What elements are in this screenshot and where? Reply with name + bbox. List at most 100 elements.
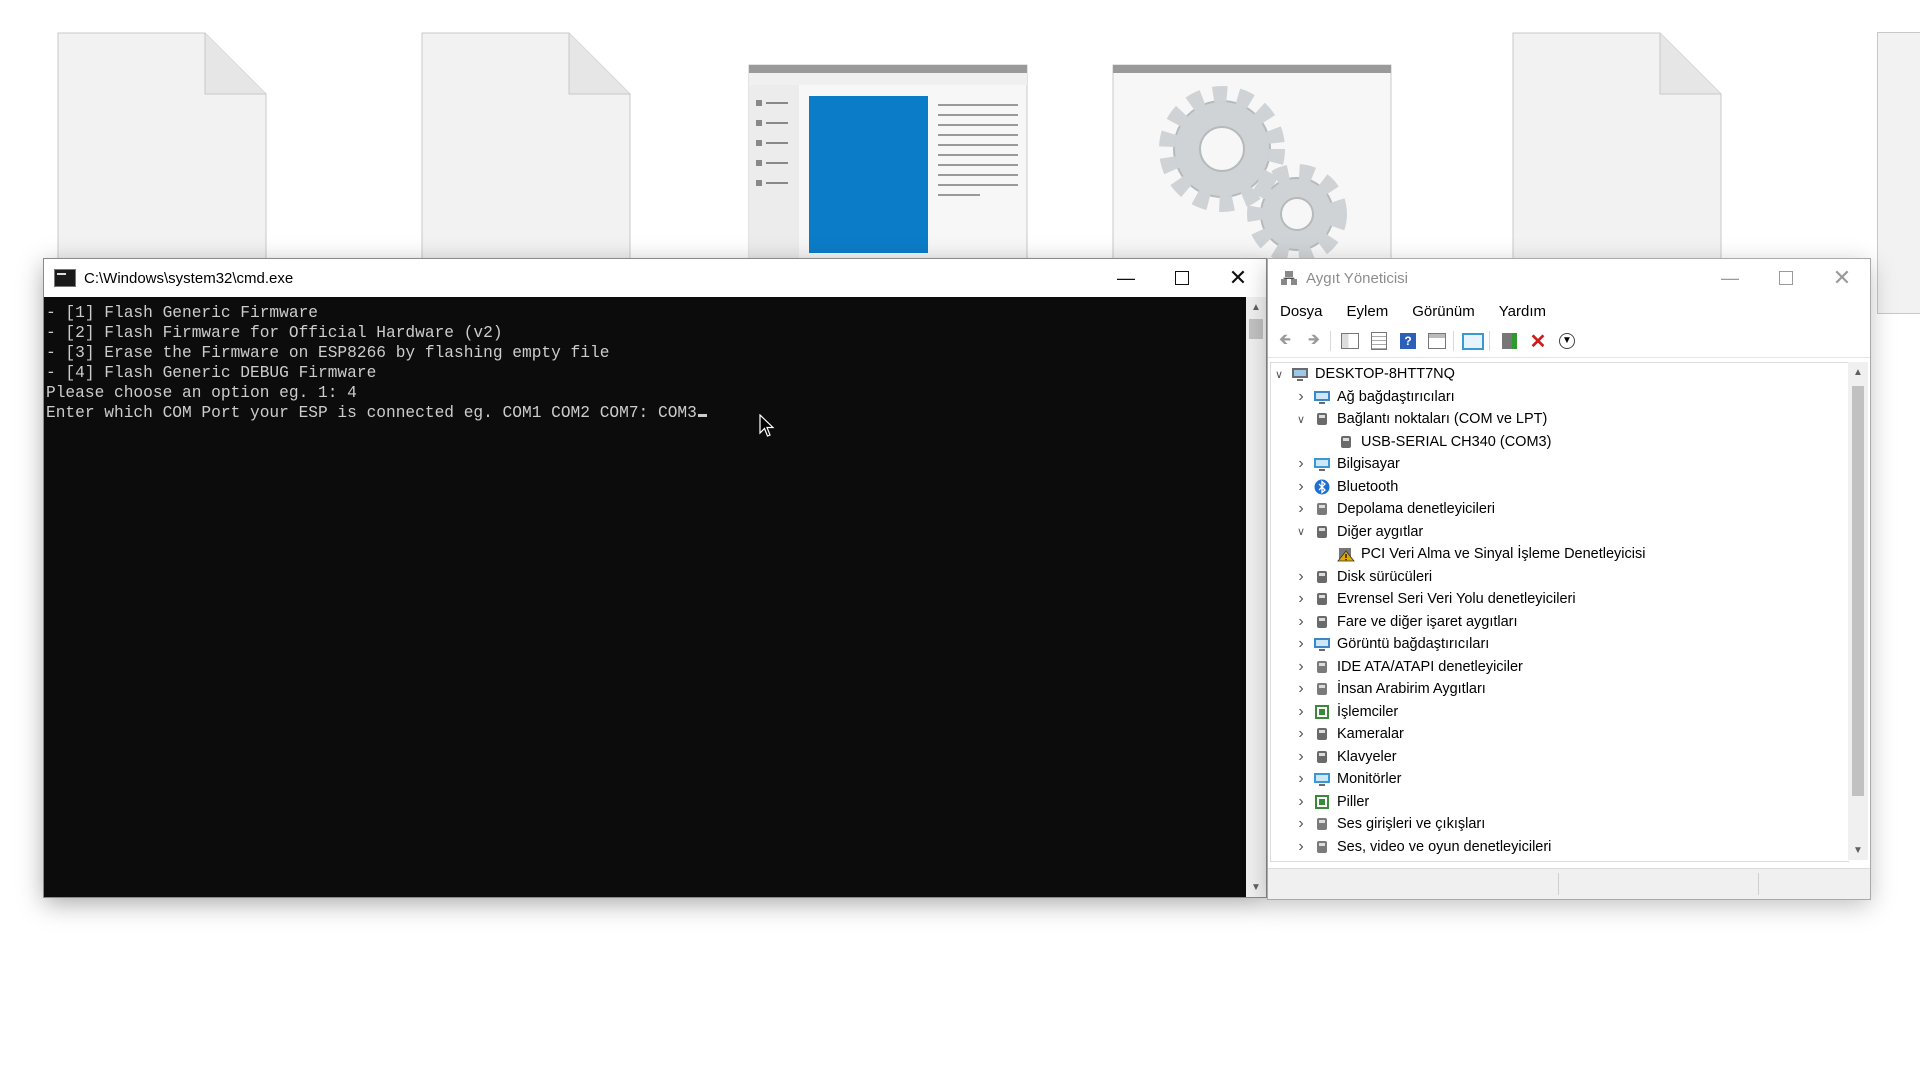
- menu-gorunum[interactable]: Görünüm: [1412, 303, 1475, 320]
- tree-category-item[interactable]: ∨ Bağlantı noktaları (COM ve LPT): [1271, 408, 1849, 431]
- text-cursor: [697, 414, 707, 417]
- maximize-button[interactable]: [1154, 259, 1210, 297]
- scroll-thumb[interactable]: [1249, 319, 1263, 339]
- chevron-right-icon[interactable]: ›: [1293, 478, 1309, 496]
- tree-category-item[interactable]: › Piller: [1271, 791, 1849, 814]
- properties-icon[interactable]: [1367, 329, 1391, 353]
- tree-category-item[interactable]: › Depolama denetleyicileri: [1271, 498, 1849, 521]
- toolbar-separator: [1489, 331, 1490, 351]
- show-hide-tree-icon[interactable]: [1338, 329, 1362, 353]
- chevron-down-icon[interactable]: ∨: [1293, 525, 1309, 538]
- tree-category-item[interactable]: › Ses, video ve oyun denetleyicileri: [1271, 836, 1849, 859]
- desktop-file-icon[interactable]: [1512, 32, 1722, 262]
- cmd-vertical-scrollbar[interactable]: ▲ ▼: [1246, 297, 1266, 897]
- chevron-down-icon[interactable]: ∨: [1293, 413, 1309, 426]
- chevron-right-icon[interactable]: ›: [1293, 770, 1309, 788]
- view-icon[interactable]: [1425, 329, 1449, 353]
- chevron-right-icon[interactable]: ›: [1293, 455, 1309, 473]
- desktop-file-icon[interactable]: [57, 32, 267, 262]
- uninstall-icon[interactable]: ✕: [1526, 329, 1550, 353]
- tree-category-item[interactable]: › İnsan Arabirim Aygıtları: [1271, 678, 1849, 701]
- hid-icon: [1313, 681, 1331, 697]
- tree-item-label: Fare ve diğer işaret aygıtları: [1337, 613, 1518, 630]
- chevron-right-icon[interactable]: ›: [1293, 590, 1309, 608]
- chevron-right-icon[interactable]: ›: [1293, 500, 1309, 518]
- close-button[interactable]: ✕: [1814, 259, 1870, 297]
- forward-icon[interactable]: 🡺: [1302, 329, 1326, 353]
- scroll-down-icon[interactable]: ▼: [1246, 877, 1266, 897]
- back-icon[interactable]: 🡸: [1273, 329, 1297, 353]
- tree-item-label: Monitörler: [1337, 771, 1402, 788]
- tree-device-item[interactable]: USB-SERIAL CH340 (COM3): [1271, 431, 1849, 454]
- cmd-titlebar[interactable]: C:\Windows\system32\cmd.exe — ✕: [44, 259, 1266, 297]
- tree-device-item[interactable]: PCI Veri Alma ve Sinyal İşleme Denetleyi…: [1271, 543, 1849, 566]
- tree-category-item[interactable]: › Disk sürücüleri: [1271, 566, 1849, 589]
- console-line: - [2] Flash Firmware for Official Hardwa…: [46, 324, 503, 342]
- chevron-right-icon[interactable]: ›: [1293, 388, 1309, 406]
- port-icon: [1337, 434, 1355, 450]
- desktop-app-window-icon[interactable]: [748, 64, 1028, 264]
- maximize-icon: [1779, 271, 1793, 285]
- console-output[interactable]: - [1] Flash Generic Firmware - [2] Flash …: [44, 297, 1246, 897]
- chevron-right-icon[interactable]: ›: [1293, 635, 1309, 653]
- cmd-window[interactable]: C:\Windows\system32\cmd.exe — ✕ - [1] Fl…: [44, 259, 1266, 897]
- tree-category-item[interactable]: › IDE ATA/ATAPI denetleyiciler: [1271, 656, 1849, 679]
- scroll-up-icon[interactable]: ▲: [1246, 297, 1266, 317]
- tree-item-label: Bluetooth: [1337, 478, 1399, 495]
- console-line: - [3] Erase the Firmware on ESP8266 by f…: [46, 344, 610, 362]
- tree-category-item[interactable]: › Fare ve diğer işaret aygıtları: [1271, 611, 1849, 634]
- tree-category-item[interactable]: › Bilgisayar: [1271, 453, 1849, 476]
- desktop-file-icon[interactable]: [1877, 32, 1920, 314]
- chevron-right-icon[interactable]: ›: [1293, 815, 1309, 833]
- tree-category-item[interactable]: › Monitörler: [1271, 768, 1849, 791]
- update-driver-icon[interactable]: [1497, 329, 1521, 353]
- tree-item-label: Görüntü bağdaştırıcıları: [1337, 636, 1490, 653]
- menu-dosya[interactable]: Dosya: [1280, 303, 1323, 320]
- chevron-right-icon[interactable]: ›: [1293, 703, 1309, 721]
- devmgr-titlebar[interactable]: Aygıt Yöneticisi — ✕: [1268, 259, 1870, 297]
- minimize-button[interactable]: —: [1098, 259, 1154, 297]
- close-button[interactable]: ✕: [1210, 259, 1266, 297]
- scan-hardware-icon[interactable]: [1461, 329, 1485, 353]
- chevron-right-icon[interactable]: ›: [1293, 658, 1309, 676]
- chevron-right-icon[interactable]: ›: [1293, 838, 1309, 856]
- device-tree[interactable]: ∨ DESKTOP-8HTT7NQ › Ağ bağdaştırıcıları ∨ B…: [1270, 362, 1849, 862]
- device-manager-window[interactable]: Aygıt Yöneticisi — ✕ Dosya Eylem Görünüm…: [1268, 259, 1870, 899]
- chevron-right-icon[interactable]: ›: [1293, 793, 1309, 811]
- camera-icon: [1313, 726, 1331, 742]
- download-icon[interactable]: ▼: [1555, 329, 1579, 353]
- tree-category-item[interactable]: › Kameralar: [1271, 723, 1849, 746]
- scroll-thumb[interactable]: [1852, 386, 1864, 796]
- tree-category-item[interactable]: › Görüntü bağdaştırıcıları: [1271, 633, 1849, 656]
- tree-category-item[interactable]: › Evrensel Seri Veri Yolu denetleyicileri: [1271, 588, 1849, 611]
- chevron-right-icon[interactable]: ›: [1293, 748, 1309, 766]
- help-icon[interactable]: ?: [1396, 329, 1420, 353]
- scroll-down-icon[interactable]: ▼: [1848, 840, 1868, 860]
- desktop-settings-icon[interactable]: [1112, 64, 1392, 264]
- tree-category-item[interactable]: › Ağ bağdaştırıcıları: [1271, 386, 1849, 409]
- tree-item-label: Ağ bağdaştırıcıları: [1337, 388, 1455, 405]
- chevron-right-icon[interactable]: ›: [1293, 568, 1309, 586]
- desktop-file-icon[interactable]: [421, 32, 631, 262]
- port-icon: [1313, 411, 1331, 427]
- tree-category-item[interactable]: › İşlemciler: [1271, 701, 1849, 724]
- cmd-title: C:\Windows\system32\cmd.exe: [84, 269, 294, 287]
- tree-category-item[interactable]: › Klavyeler: [1271, 746, 1849, 769]
- chevron-right-icon[interactable]: ›: [1293, 725, 1309, 743]
- status-bar: [1268, 868, 1870, 899]
- tree-category-item[interactable]: ∨ Diğer aygıtlar: [1271, 521, 1849, 544]
- chevron-right-icon[interactable]: ›: [1293, 613, 1309, 631]
- tree-root[interactable]: ∨ DESKTOP-8HTT7NQ: [1271, 363, 1849, 386]
- chevron-down-icon[interactable]: ∨: [1271, 368, 1287, 381]
- toolbar-separator: [1453, 331, 1454, 351]
- tree-category-item[interactable]: › Bluetooth: [1271, 476, 1849, 499]
- menu-yardim[interactable]: Yardım: [1499, 303, 1546, 320]
- tree-category-item[interactable]: › Ses girişleri ve çıkışları: [1271, 813, 1849, 836]
- unknown-device-icon: [1313, 524, 1331, 540]
- chevron-right-icon[interactable]: ›: [1293, 680, 1309, 698]
- minimize-button[interactable]: —: [1702, 259, 1758, 297]
- maximize-button[interactable]: [1758, 259, 1814, 297]
- menu-eylem[interactable]: Eylem: [1347, 303, 1389, 320]
- tree-vertical-scrollbar[interactable]: ▲ ▼: [1848, 362, 1868, 860]
- scroll-up-icon[interactable]: ▲: [1848, 362, 1868, 382]
